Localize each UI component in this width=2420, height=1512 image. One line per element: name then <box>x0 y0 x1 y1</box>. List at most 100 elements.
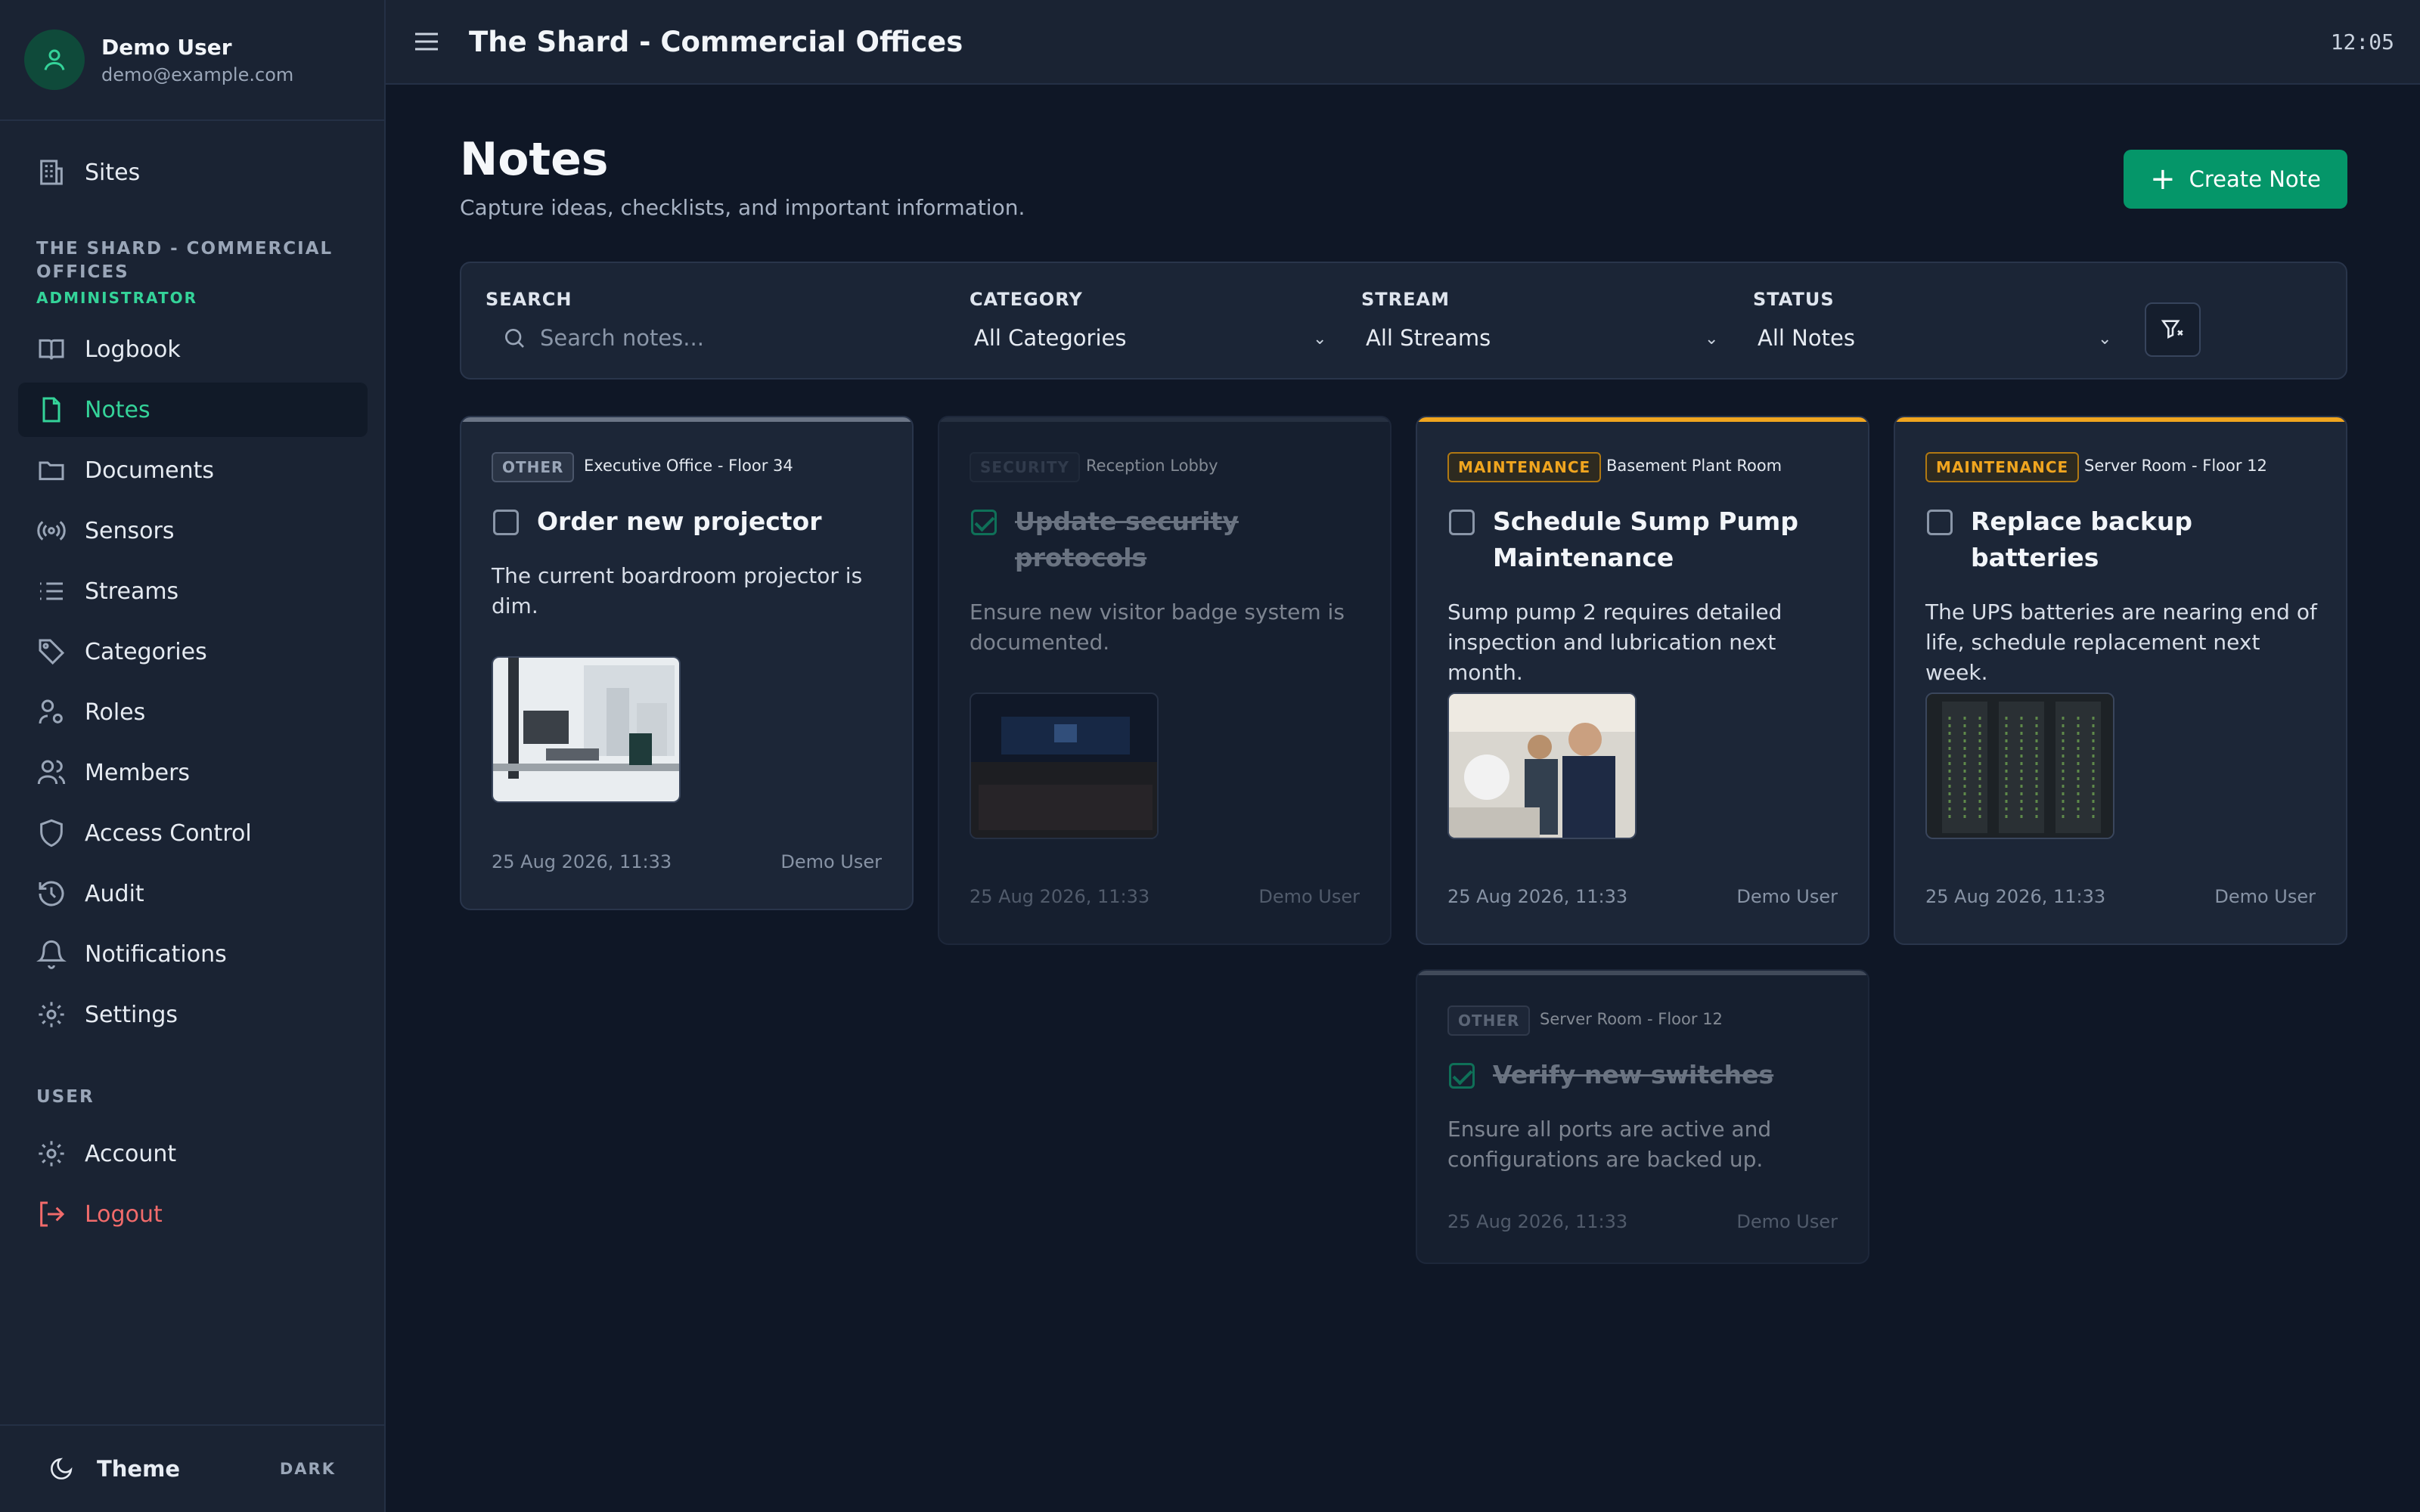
sidebar-item-label: Streams <box>85 578 179 605</box>
clock: 12:05 <box>2330 29 2394 54</box>
note-card[interactable]: MAINTENANCE Basement Plant Room Schedule… <box>1416 416 1869 945</box>
sidebar-item-logout[interactable]: Logout <box>18 1187 368 1241</box>
file-icon <box>42 397 60 423</box>
sidebar-item-notes[interactable]: Notes <box>18 383 368 437</box>
server-rack-image <box>1927 694 2113 838</box>
note-title: Replace backup batteries <box>1971 507 2192 572</box>
note-author: Demo User <box>1736 1211 1838 1232</box>
category-label: CATEGORY <box>970 289 1083 310</box>
note-image[interactable] <box>1447 692 1637 839</box>
menu-icon[interactable] <box>411 26 442 57</box>
status-select[interactable]: All Notes <box>1758 325 1855 351</box>
sidebar-item-documents[interactable]: Documents <box>18 443 368 497</box>
theme-toggle[interactable]: Theme DARK <box>0 1424 384 1512</box>
book-icon <box>39 339 64 360</box>
card-accent <box>939 417 1390 422</box>
sidebar-item-notifications[interactable]: Notifications <box>18 927 368 981</box>
sidebar-item-label: Logbook <box>85 336 181 363</box>
sidebar-item-categories[interactable]: Categories <box>18 624 368 679</box>
note-image[interactable] <box>1925 692 2114 839</box>
sidebar-item-sites[interactable]: Sites <box>18 145 368 200</box>
note-image[interactable] <box>970 692 1159 839</box>
note-checkbox[interactable] <box>493 510 519 535</box>
note-title: Verify new switches <box>1493 1060 1774 1089</box>
user-name: Demo User <box>101 34 232 60</box>
note-location: Reception Lobby <box>1086 457 1218 475</box>
search-placeholder: Search notes... <box>540 325 704 351</box>
note-author: Demo User <box>2214 886 2316 907</box>
sidebar: Demo User demo@example.com Sites THE SHA… <box>0 0 386 1512</box>
note-checkbox[interactable] <box>1449 1063 1475 1089</box>
note-title: Schedule Sump Pump Maintenance <box>1493 507 1798 572</box>
sidebar-item-label: Logout <box>85 1201 163 1228</box>
chevron-down-icon: ⌄ <box>1313 330 1327 349</box>
note-checkbox[interactable] <box>1449 510 1475 535</box>
user-email: demo@example.com <box>101 64 294 85</box>
avatar <box>24 29 85 90</box>
search-icon <box>505 329 524 348</box>
note-date: 25 Aug 2026, 11:33 <box>492 851 672 872</box>
note-image[interactable] <box>492 656 681 803</box>
note-date: 25 Aug 2026, 11:33 <box>970 886 1150 907</box>
logout-icon <box>40 1201 65 1227</box>
note-author: Demo User <box>780 851 882 872</box>
sidebar-item-members[interactable]: Members <box>18 745 368 800</box>
sidebar-item-label: Roles <box>85 699 146 726</box>
note-location: Server Room - Floor 12 <box>2084 457 2267 475</box>
sidebar-item-label: Access Control <box>85 820 252 847</box>
clear-filters-button[interactable] <box>2145 302 2201 357</box>
filter-panel: SEARCH Search notes... CATEGORY All Cate… <box>460 262 2347 380</box>
plus-icon: + <box>2150 162 2176 197</box>
sidebar-item-label: Audit <box>85 880 144 907</box>
sidebar-item-label: Documents <box>85 457 215 484</box>
sidebar-item-roles[interactable]: Roles <box>18 685 368 739</box>
stream-select[interactable]: All Streams <box>1366 325 1491 351</box>
sidebar-item-account[interactable]: Account <box>18 1126 368 1181</box>
moon-icon <box>51 1458 73 1479</box>
note-date: 25 Aug 2026, 11:33 <box>1925 886 2106 907</box>
sidebar-item-access-control[interactable]: Access Control <box>18 806 368 860</box>
note-date: 25 Aug 2026, 11:33 <box>1447 886 1628 907</box>
note-card[interactable]: MAINTENANCE Server Room - Floor 12 Repla… <box>1894 416 2347 945</box>
sidebar-item-settings[interactable]: Settings <box>18 987 368 1042</box>
auditorium-image <box>971 694 1157 838</box>
note-card[interactable]: SECURITY Reception Lobby Update security… <box>938 416 1392 945</box>
user-section-label: USER <box>36 1087 95 1107</box>
note-card[interactable]: OTHER Executive Office - Floor 34 Order … <box>460 416 914 910</box>
create-note-button[interactable]: + Create Note <box>2124 150 2347 209</box>
chevron-down-icon: ⌄ <box>1705 330 1719 349</box>
note-checkbox[interactable] <box>1927 510 1953 535</box>
category-select[interactable]: All Categories <box>974 325 1127 351</box>
sidebar-item-label: Notifications <box>85 940 227 968</box>
note-date: 25 Aug 2026, 11:33 <box>1447 1211 1628 1232</box>
note-card[interactable]: OTHER Server Room - Floor 12 Verify new … <box>1416 969 1869 1264</box>
building-icon <box>40 160 63 185</box>
note-body: Ensure new visitor badge system is docum… <box>970 600 1345 655</box>
user-icon <box>44 49 65 70</box>
note-location: Executive Office - Floor 34 <box>584 457 793 475</box>
sidebar-item-sensors[interactable]: Sensors <box>18 503 368 558</box>
users-icon <box>37 760 66 785</box>
note-author: Demo User <box>1258 886 1360 907</box>
category-badge: MAINTENANCE <box>1447 452 1602 482</box>
sidebar-item-label: Sites <box>85 159 141 186</box>
workers-image <box>1449 694 1635 838</box>
sidebar-item-logbook[interactable]: Logbook <box>18 322 368 376</box>
card-accent <box>1417 417 1868 422</box>
shield-icon <box>40 819 63 847</box>
note-title: Update security protocols <box>1015 507 1239 572</box>
bell-icon <box>36 940 67 969</box>
note-checkbox[interactable] <box>971 510 997 535</box>
card-accent <box>1417 971 1868 975</box>
sidebar-item-streams[interactable]: Streams <box>18 564 368 618</box>
role-label: ADMINISTRATOR <box>36 289 198 307</box>
sidebar-item-audit[interactable]: Audit <box>18 866 368 921</box>
note-location: Basement Plant Room <box>1606 457 1782 475</box>
broadcast-icon <box>37 521 66 541</box>
user-profile[interactable]: Demo User demo@example.com <box>0 0 384 121</box>
card-accent <box>461 417 912 422</box>
search-input[interactable]: Search notes... <box>502 325 926 351</box>
note-body: Sump pump 2 requires detailed inspection… <box>1447 600 1782 685</box>
page-title: Notes <box>460 133 609 186</box>
note-location: Server Room - Floor 12 <box>1540 1010 1723 1028</box>
